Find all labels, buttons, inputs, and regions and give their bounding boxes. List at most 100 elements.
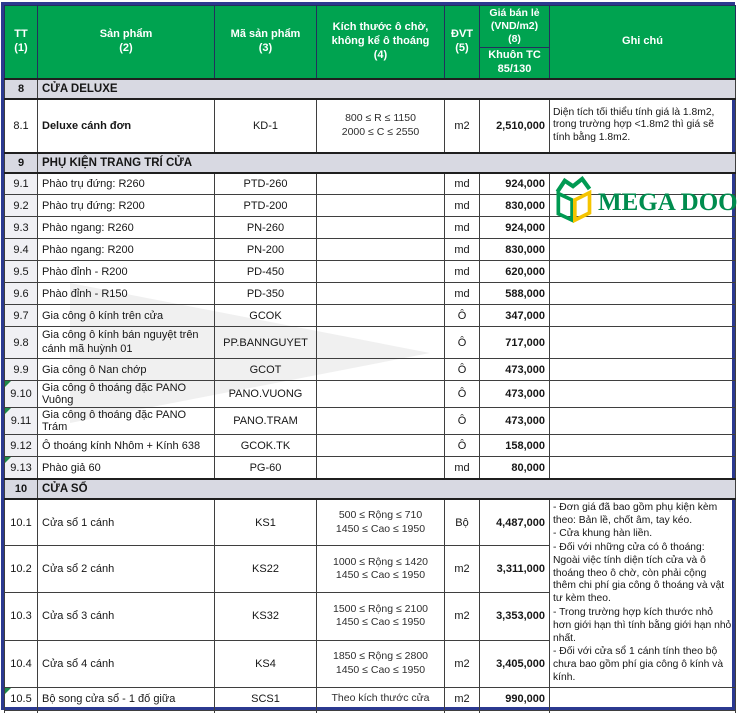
- price-cell: 830,000: [480, 195, 550, 217]
- table-row: 8.1 Deluxe cánh đơn KD-1 800 ≤ R ≤ 1150 …: [5, 99, 736, 153]
- price-cell: 158,000: [480, 435, 550, 457]
- price-cell: 830,000: [480, 239, 550, 261]
- size-cell: [317, 359, 445, 381]
- size-cell: [317, 408, 445, 435]
- unit-cell: md: [445, 283, 480, 305]
- price-cell: 4,487,000: [480, 499, 550, 546]
- header-product: Sản phẩm (2): [38, 6, 215, 79]
- unit-cell: md: [445, 261, 480, 283]
- window-notes-cell: - Đơn giá đã bao gồm phụ kiện kèm theo: …: [550, 499, 736, 687]
- unit-cell: md: [445, 239, 480, 261]
- unit-cell: md: [445, 217, 480, 239]
- product-code: PD-450: [215, 261, 317, 283]
- section-row-8: 8 CỬA DELUXE: [5, 79, 736, 99]
- note-cell: Diện tích tối thiểu tính giá là 1.8m2, t…: [550, 99, 736, 153]
- price-list-sheet: TT (1) Sản phẩm (2) Mã sản phẩm (3) Kích…: [0, 0, 738, 713]
- unit-cell: m2: [445, 640, 480, 687]
- note-cell: [550, 359, 736, 381]
- size-cell: Theo kích thước cửa: [317, 687, 445, 710]
- product-name: Phào đỉnh - R150: [38, 283, 215, 305]
- product-name: Bộ song cửa sổ - 1 đố giữa: [38, 687, 215, 710]
- price-cell: 473,000: [480, 408, 550, 435]
- note-cell: [550, 381, 736, 408]
- mega-door-logo: MEGA DOOR: [551, 176, 738, 229]
- price-cell: 3,311,000: [480, 546, 550, 593]
- row-tt: 9.5: [5, 261, 38, 283]
- row-tt: 9.12: [5, 435, 38, 457]
- size-cell: 800 ≤ R ≤ 1150 2000 ≤ C ≤ 2550: [317, 99, 445, 153]
- header-code: Mã sản phẩm (3): [215, 6, 317, 79]
- unit-cell: m2: [445, 593, 480, 640]
- section-number: 8: [5, 79, 38, 99]
- table-row: 10.5 Bộ song cửa sổ - 1 đố giữa SCS1 The…: [5, 687, 736, 710]
- price-cell: 620,000: [480, 261, 550, 283]
- product-code: PN-260: [215, 217, 317, 239]
- table-row: 9.12 Ô thoáng kính Nhôm + Kính 638 GCOK.…: [5, 435, 736, 457]
- header-notes: Ghi chú: [550, 6, 736, 79]
- size-cell: [317, 457, 445, 479]
- product-code: GCOK: [215, 305, 317, 327]
- product-name: Phào ngang: R260: [38, 217, 215, 239]
- price-cell: 588,000: [480, 283, 550, 305]
- product-name: Phào đỉnh - R200: [38, 261, 215, 283]
- size-cell: [317, 283, 445, 305]
- product-code: KS32: [215, 593, 317, 640]
- product-name: Gia công ô kính trên cửa: [38, 305, 215, 327]
- unit-cell: Ô: [445, 435, 480, 457]
- section-title: PHỤ KIỆN TRANG TRÍ CỬA: [38, 153, 736, 173]
- table-row: 9.11 Gia công ô thoáng đặc PANO Trám PAN…: [5, 408, 736, 435]
- row-tt: 9.7: [5, 305, 38, 327]
- section-title: CỬA SỔ: [38, 479, 736, 499]
- row-tt: 9.9: [5, 359, 38, 381]
- size-cell: [317, 173, 445, 195]
- note-cell: [550, 687, 736, 710]
- table-row: 9.5 Phào đỉnh - R200 PD-450 md 620,000: [5, 261, 736, 283]
- row-tt: 10.2: [5, 546, 38, 593]
- note-line: - Đối với cửa sổ 1 cánh tính theo bộ chư…: [553, 646, 732, 684]
- row-tt: 10.3: [5, 593, 38, 640]
- header-size: Kích thước ô chờ, không kể ô thoáng (4): [317, 6, 445, 79]
- table-row: 9.10 Gia công ô thoáng đặc PANO Vuông PA…: [5, 381, 736, 408]
- section-title: CỬA DELUXE: [38, 79, 736, 99]
- product-name: Cửa sổ 1 cánh: [38, 499, 215, 546]
- price-cell: 3,353,000: [480, 593, 550, 640]
- product-code: PANO.VUONG: [215, 381, 317, 408]
- table-row: 9.6 Phào đỉnh - R150 PD-350 md 588,000: [5, 283, 736, 305]
- size-cell: [317, 195, 445, 217]
- product-name: Gia công ô kính bán nguyệt trên cánh mã …: [38, 327, 215, 359]
- section-number: 9: [5, 153, 38, 173]
- price-cell: 924,000: [480, 217, 550, 239]
- product-code: PD-350: [215, 283, 317, 305]
- size-cell: [317, 239, 445, 261]
- row-tt: 9.11: [5, 408, 38, 435]
- table-header: TT (1) Sản phẩm (2) Mã sản phẩm (3) Kích…: [5, 6, 736, 79]
- product-code: KS1: [215, 499, 317, 546]
- mega-door-cube-icon: [551, 176, 595, 229]
- price-cell: 924,000: [480, 173, 550, 195]
- note-line: - Đơn giá đã bao gồm phụ kiện kèm theo: …: [553, 502, 732, 528]
- price-cell: 473,000: [480, 359, 550, 381]
- note-line: - Cửa khung hàn liền.: [553, 528, 732, 541]
- product-name: Deluxe cánh đơn: [38, 99, 215, 153]
- row-tt: 9.2: [5, 195, 38, 217]
- unit-cell: m2: [445, 687, 480, 710]
- note-cell: [550, 408, 736, 435]
- table-body: 8 CỬA DELUXE 8.1 Deluxe cánh đơn KD-1 80…: [5, 79, 736, 713]
- logo-text: MEGA DOOR: [598, 189, 738, 217]
- section-row-9: 9 PHỤ KIỆN TRANG TRÍ CỬA: [5, 153, 736, 173]
- unit-cell: md: [445, 457, 480, 479]
- row-tt: 10.4: [5, 640, 38, 687]
- price-cell: 347,000: [480, 305, 550, 327]
- row-tt: 10.1: [5, 499, 38, 546]
- row-tt: 9.10: [5, 381, 38, 408]
- unit-cell: Ô: [445, 408, 480, 435]
- price-table: TT (1) Sản phẩm (2) Mã sản phẩm (3) Kích…: [4, 5, 736, 713]
- price-cell: 990,000: [480, 687, 550, 710]
- note-cell: [550, 261, 736, 283]
- product-name: Cửa sổ 2 cánh: [38, 546, 215, 593]
- unit-cell: Ô: [445, 381, 480, 408]
- size-cell: [317, 217, 445, 239]
- product-name: Gia công ô Nan chớp: [38, 359, 215, 381]
- product-code: KS22: [215, 546, 317, 593]
- product-name: Gia công ô thoáng đặc PANO Trám: [38, 408, 215, 435]
